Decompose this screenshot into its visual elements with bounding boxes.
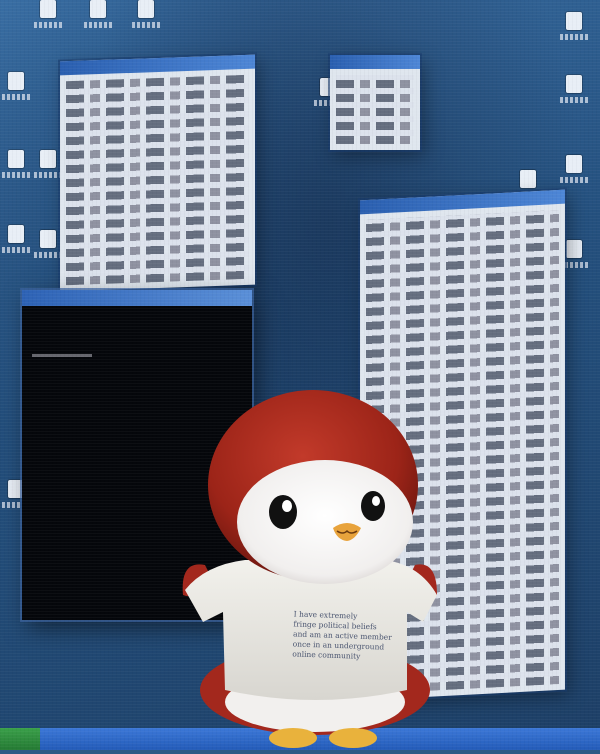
desktop-icon[interactable] [34, 150, 62, 178]
desktop-icon[interactable] [2, 150, 30, 178]
desktop-icon[interactable] [560, 240, 588, 268]
penguin-plush: I have extremely fringe political belief… [175, 390, 445, 750]
desktop-icon[interactable] [514, 170, 542, 198]
shirt-slogan: I have extremely fringe political belief… [292, 609, 444, 664]
face [237, 460, 413, 584]
window-titlebar[interactable] [22, 290, 252, 306]
desktop-icon[interactable] [132, 0, 160, 28]
start-button[interactable] [0, 728, 40, 750]
console-prompt [32, 354, 92, 357]
file-list[interactable] [66, 74, 249, 286]
window-titlebar[interactable] [330, 55, 420, 69]
file-list[interactable] [336, 75, 414, 144]
left-eye [269, 495, 297, 529]
desktop-icon[interactable] [34, 230, 62, 258]
left-foot [269, 728, 317, 748]
desktop-icon[interactable] [84, 0, 112, 28]
desktop-icon[interactable] [560, 75, 588, 103]
desktop-icon[interactable] [2, 72, 30, 100]
desktop-icon[interactable] [560, 155, 588, 183]
right-eye [361, 491, 385, 521]
right-foot [329, 728, 377, 748]
desktop-icon[interactable] [560, 12, 588, 40]
explorer-window[interactable] [60, 54, 255, 292]
explorer-window[interactable] [330, 55, 420, 150]
desktop-icon[interactable] [34, 0, 62, 28]
penguin-illustration [182, 390, 437, 748]
desktop-icon[interactable] [2, 225, 30, 253]
